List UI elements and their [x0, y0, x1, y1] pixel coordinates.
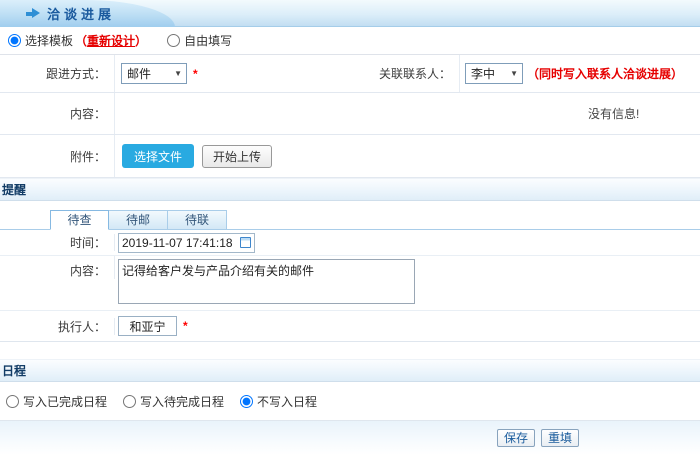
follow-method-label: 跟进方式： — [0, 55, 115, 92]
reminder-section-header: 提醒 — [0, 178, 700, 201]
choose-template-radio[interactable] — [8, 34, 21, 47]
executor-label: 执行人： — [0, 318, 115, 335]
related-contact-select[interactable]: 李中 ▼ — [465, 63, 523, 84]
calendar-icon[interactable] — [240, 237, 251, 248]
reminder-content-textarea[interactable]: 记得给客户发与产品介绍有关的邮件 — [118, 259, 415, 304]
choose-template-label: 选择模板 — [25, 32, 73, 49]
schedule-options-row: 写入已完成日程 写入待完成日程 不写入日程 — [0, 382, 700, 421]
free-fill-radio[interactable] — [167, 34, 180, 47]
header-tab-shape: 洽谈进展 — [0, 0, 175, 27]
attachment-row: 附件： 选择文件 开始上传 — [0, 135, 700, 178]
page-header: 洽谈进展 — [0, 0, 700, 27]
time-input[interactable] — [122, 236, 240, 250]
time-label: 时间： — [0, 234, 115, 251]
free-fill-label: 自由填写 — [184, 32, 232, 49]
page-title: 洽谈进展 — [47, 4, 115, 23]
content-row: 内容： 没有信息! — [0, 93, 700, 135]
template-mode-row: 选择模板 （重新设计） 自由填写 — [0, 27, 700, 55]
time-row: 时间： — [0, 230, 700, 256]
chevron-down-icon: ▼ — [510, 69, 518, 78]
tab-pending-mail[interactable]: 待邮 — [109, 210, 168, 229]
chevron-down-icon: ▼ — [174, 69, 182, 78]
required-asterisk: * — [193, 67, 198, 81]
choose-file-button[interactable]: 选择文件 — [122, 144, 194, 168]
schedule-section-header: 日程 — [0, 359, 700, 382]
save-button[interactable]: 保存 — [497, 429, 535, 447]
reminder-content-row: 内容： 记得给客户发与产品介绍有关的邮件 — [0, 256, 700, 311]
tab-pending-check[interactable]: 待查 — [50, 210, 109, 230]
executor-row: 执行人： * — [0, 311, 700, 342]
redesign-paren-close: ） — [135, 34, 147, 48]
reminder-content-label: 内容： — [0, 256, 115, 279]
write-pending-label: 写入待完成日程 — [140, 393, 224, 410]
related-contact-label: 关联联系人： — [355, 55, 460, 92]
arrow-right-icon — [26, 8, 40, 19]
related-contact-note: （同时写入联系人洽谈进展） — [527, 65, 683, 82]
reminder-tabs: 待查 待邮 待联 — [0, 210, 700, 230]
follow-method-value: 邮件 — [127, 65, 151, 82]
redesign-link-text: 重新设计 — [87, 34, 135, 48]
required-asterisk: * — [183, 319, 188, 333]
redesign-paren-open: （ — [75, 34, 87, 48]
start-upload-button[interactable]: 开始上传 — [202, 145, 272, 168]
redesign-link[interactable]: （重新设计） — [75, 32, 147, 49]
no-info-text: 没有信息! — [588, 93, 639, 134]
write-pending-radio[interactable] — [123, 395, 136, 408]
write-completed-label: 写入已完成日程 — [23, 393, 107, 410]
content-label: 内容： — [0, 93, 115, 134]
footer-bar: 保存 重填 — [0, 421, 700, 455]
no-write-radio[interactable] — [240, 395, 253, 408]
write-completed-radio[interactable] — [6, 395, 19, 408]
executor-input[interactable] — [118, 316, 177, 336]
follow-method-select[interactable]: 邮件 ▼ — [121, 63, 187, 84]
tab-pending-contact[interactable]: 待联 — [168, 210, 227, 229]
attachment-label: 附件： — [0, 135, 115, 177]
related-contact-value: 李中 — [471, 65, 495, 82]
no-write-label: 不写入日程 — [257, 393, 317, 410]
follow-method-row: 跟进方式： 邮件 ▼ * 关联联系人： 李中 ▼ （同时写入联系人洽谈进展） — [0, 55, 700, 93]
reset-button[interactable]: 重填 — [541, 429, 579, 447]
